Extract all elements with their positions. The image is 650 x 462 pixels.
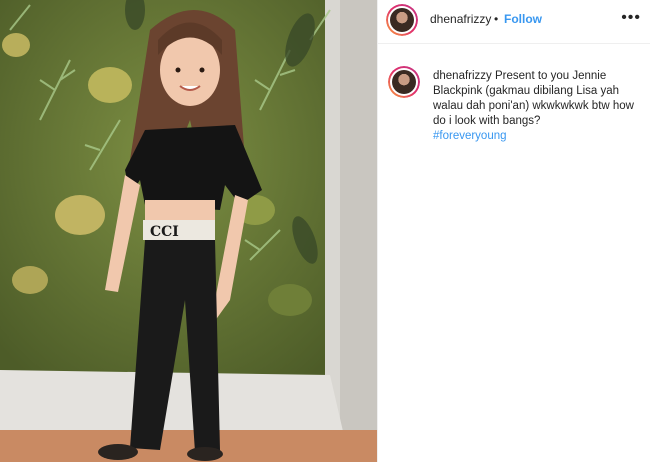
separator-dot: • xyxy=(494,12,499,26)
avatar-image xyxy=(392,70,416,94)
caption-text-block: dhenafrizzy Present to you Jennie Blackp… xyxy=(433,69,638,144)
follow-button[interactable]: Follow xyxy=(504,12,542,26)
post-photo[interactable]: CCI xyxy=(0,0,377,462)
post-header: dhenafrizzy • Follow ••• xyxy=(378,0,650,44)
more-options-icon[interactable]: ••• xyxy=(621,9,641,27)
hashtag-link[interactable]: #foreveryoung xyxy=(433,129,638,144)
instagram-post: CCI dhenafrizzy • Follow ••• dhenafrizzy… xyxy=(0,0,650,462)
photo-image: CCI xyxy=(0,0,377,462)
post-sidebar: dhenafrizzy • Follow ••• dhenafrizzy Pre… xyxy=(377,0,650,462)
caption-username[interactable]: dhenafrizzy xyxy=(433,70,492,82)
caption-avatar[interactable] xyxy=(388,66,420,98)
avatar-image xyxy=(390,8,414,32)
user-avatar[interactable] xyxy=(386,4,418,36)
header-username[interactable]: dhenafrizzy xyxy=(430,12,491,26)
svg-text:CCI: CCI xyxy=(150,224,179,240)
